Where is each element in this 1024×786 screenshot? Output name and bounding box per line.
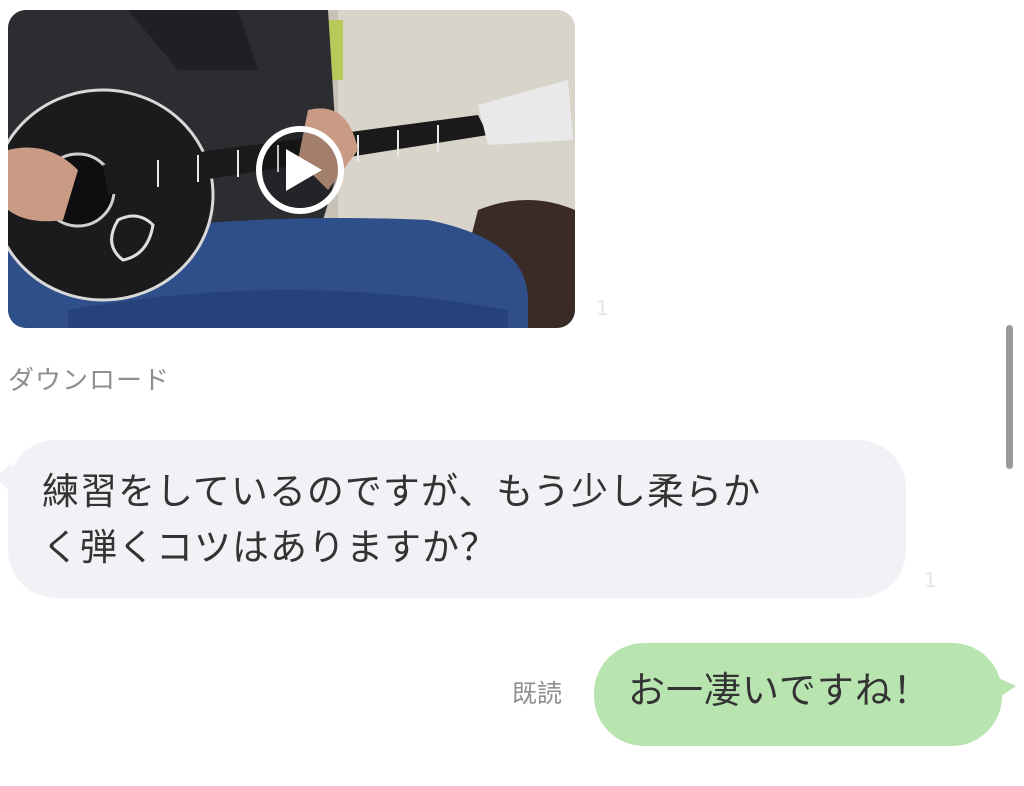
play-icon xyxy=(286,149,322,191)
play-button[interactable] xyxy=(256,126,344,214)
incoming-message-line-2: く弾くコツはありますか？ xyxy=(42,526,498,569)
incoming-message-line-1: 練習をしているのですが、もう少し柔らか xyxy=(42,470,762,513)
video-message-thumbnail[interactable] xyxy=(8,10,575,328)
vertical-scrollbar[interactable] xyxy=(1006,325,1013,469)
outgoing-bubble-tail xyxy=(990,674,1016,704)
outgoing-message-text: お一凄いですね！ xyxy=(628,669,931,712)
outgoing-message-bubble: お一凄いですね！ xyxy=(594,643,1002,746)
incoming-message-bubble: 練習をしているのですが、もう少し柔らか く弾くコツはありますか？ xyxy=(8,440,906,598)
incoming-timestamp: 1 xyxy=(924,568,937,592)
video-timestamp: 1 xyxy=(596,296,609,320)
read-receipt: 既読 xyxy=(512,679,563,708)
download-link[interactable]: ダウンロード xyxy=(8,360,170,397)
